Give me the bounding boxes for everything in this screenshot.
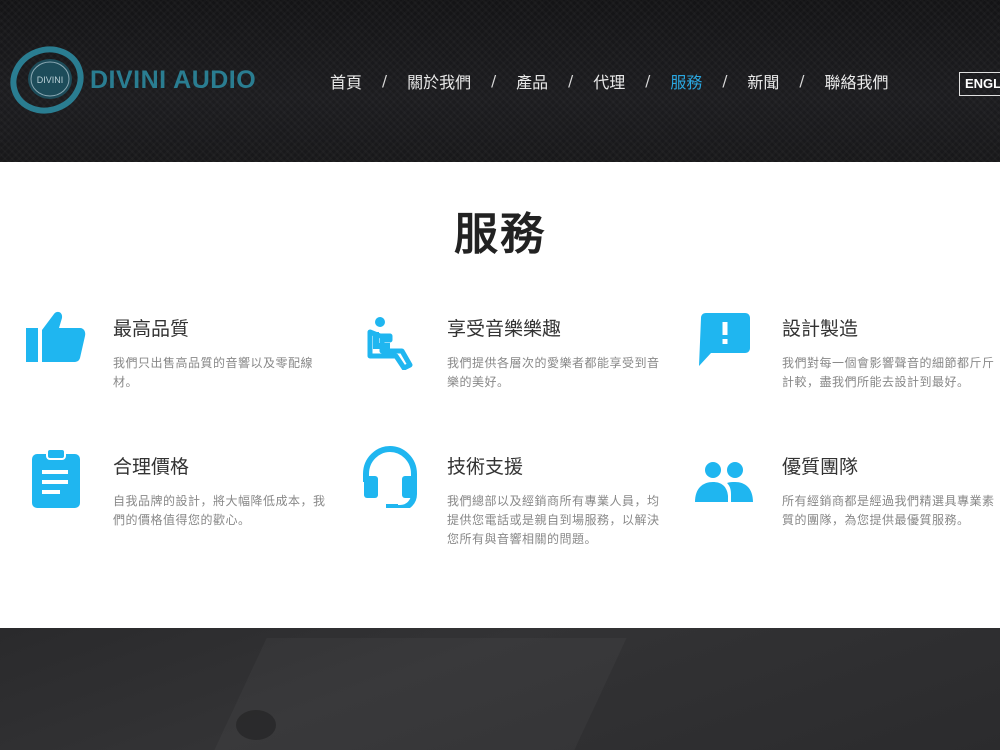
service-description: 我們提供各層次的愛樂者都能享受到音樂的美好。 — [447, 356, 660, 389]
service-item-support: 技術支援 我們總部以及經銷商所有專業人員，均提供您電話或是親自到場服務，以解決您… — [360, 444, 690, 564]
brand-name: DIVINI AUDIO — [90, 65, 257, 94]
service-description: 我們對每一個會影響聲音的細節都斤斤計較，盡我們所能去設計到最好。 — [782, 356, 995, 389]
nav-item-services[interactable]: 服務 — [670, 69, 702, 93]
thumbs-up-icon — [26, 306, 90, 370]
clipboard-icon — [26, 444, 90, 508]
service-title: 優質團隊 — [782, 456, 859, 478]
service-description: 我們總部以及經銷商所有專業人員，均提供您電話或是親自到場服務，以解決您所有與音響… — [447, 494, 660, 546]
nav-item-news[interactable]: 新聞 — [747, 69, 779, 93]
feedback-icon — [695, 306, 759, 370]
service-title: 享受音樂樂趣 — [447, 318, 562, 340]
nav-separator: / — [645, 72, 651, 90]
service-title: 合理價格 — [113, 456, 190, 478]
service-description: 所有經銷商都是經過我們精選具專業素質的團隊，為您提供最優質服務。 — [782, 494, 995, 527]
logo-mark-icon: DIVINI — [10, 43, 84, 117]
nav-separator: / — [568, 72, 574, 90]
page-title: 服務 — [454, 209, 546, 260]
main-nav: 首頁 / 關於我們 / 產品 / 代理 / 服務 / 新聞 / 聯絡我們 — [330, 68, 888, 94]
nav-item-about[interactable]: 關於我們 — [407, 69, 471, 93]
service-title: 設計製造 — [782, 318, 859, 340]
people-icon — [695, 444, 759, 508]
nav-item-home[interactable]: 首頁 — [330, 69, 362, 93]
nav-item-agency[interactable]: 代理 — [593, 69, 625, 93]
headset-icon — [360, 444, 424, 511]
site-header: DIVINI DIVINI AUDIO 首頁 / 關於我們 / 產品 / 代理 … — [0, 0, 1000, 162]
service-description: 自我品牌的設計，將大幅降低成本，我們的價格值得您的歡心。 — [113, 494, 326, 527]
service-title: 技術支援 — [447, 456, 524, 478]
footer-background — [0, 628, 1000, 750]
nav-separator: / — [799, 72, 805, 90]
nav-item-products[interactable]: 產品 — [516, 69, 548, 93]
logo-mark-text: DIVINI — [37, 75, 64, 85]
nav-separator: / — [491, 72, 497, 90]
nav-separator: / — [722, 72, 728, 90]
service-item-design: 設計製造 我們對每一個會影響聲音的細節都斤斤計較，盡我們所能去設計到最好。 — [695, 306, 1000, 426]
nav-separator: / — [382, 72, 388, 90]
service-item-music: 享受音樂樂趣 我們提供各層次的愛樂者都能享受到音樂的美好。 — [360, 306, 690, 426]
service-description: 我們只出售高品質的音響以及零配線材。 — [113, 356, 314, 389]
accessible-seat-icon — [360, 306, 424, 371]
brand-logo[interactable]: DIVINI DIVINI AUDIO — [10, 42, 272, 118]
footer-decoration — [236, 710, 276, 740]
nav-item-contact[interactable]: 聯絡我們 — [824, 69, 888, 93]
service-item-quality: 最高品質 我們只出售高品質的音響以及零配線材。 — [26, 306, 356, 426]
service-title: 最高品質 — [113, 318, 190, 340]
service-item-team: 優質團隊 所有經銷商都是經過我們精選具專業素質的團隊，為您提供最優質服務。 — [695, 444, 1000, 564]
language-switch-button[interactable]: ENGLISH — [959, 72, 1000, 96]
service-item-price: 合理價格 自我品牌的設計，將大幅降低成本，我們的價格值得您的歡心。 — [26, 444, 356, 564]
